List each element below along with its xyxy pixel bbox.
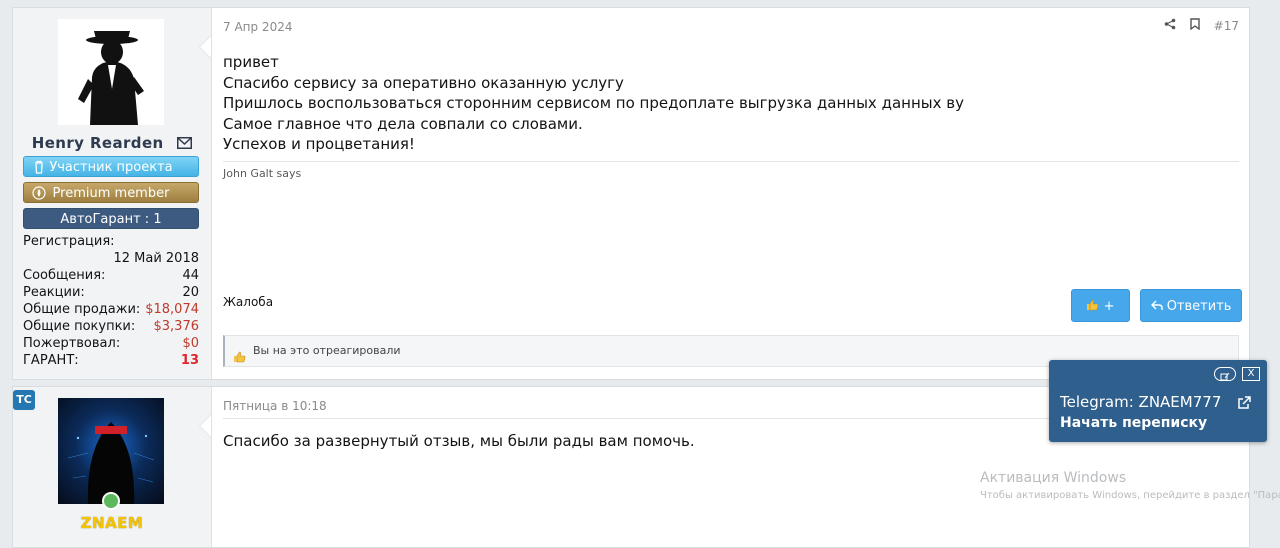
user-info-column: Henry Rearden Участник проекта Premium m… [13, 8, 212, 379]
fire-icon [32, 186, 46, 200]
speech-arrow [200, 36, 211, 58]
stat-messages: Сообщения: 44 [23, 268, 199, 283]
close-button[interactable]: X [1242, 367, 1260, 381]
post-date[interactable]: 7 Апр 2024 [223, 20, 292, 34]
post-17: Henry Rearden Участник проекта Premium m… [12, 7, 1250, 380]
thumbs-up-icon [1086, 299, 1103, 314]
signature: John Galt says [223, 167, 302, 180]
telegram-widget[interactable]: X Telegram: ZNAEM777 Начать переписку [1049, 360, 1267, 442]
telegram-title[interactable]: Telegram: ZNAEM777 [1060, 393, 1221, 411]
start-chat-link[interactable]: Начать переписку [1060, 415, 1207, 431]
speech-arrow [200, 415, 211, 437]
external-link-icon[interactable] [1237, 395, 1251, 414]
avatar[interactable] [58, 398, 164, 504]
banner-premium-member: Premium member [23, 182, 199, 203]
user-stats: Регистрация: 12 Май 2018 Сообщения: 44 Р… [23, 233, 199, 369]
message-line: Самое главное что дела совпали со словам… [223, 114, 583, 133]
user-silhouette-icon [58, 19, 164, 125]
stat-guarantee: ГАРАНТ: 13 [23, 353, 199, 368]
stat-total-sales: Общие продажи: $18,074 [23, 302, 199, 317]
like-button[interactable]: + [1071, 289, 1130, 322]
thumbs-up-icon [233, 345, 246, 375]
banner-project-member: Участник проекта [23, 156, 199, 177]
user-info-column: TC ZNAEM [13, 387, 212, 547]
hooded-figure-icon [67, 422, 155, 504]
signature-divider [223, 161, 1239, 162]
stat-registration-date: 12 Май 2018 [113, 251, 199, 266]
username[interactable]: Henry Rearden [13, 134, 211, 153]
windows-activation-watermark: Активация Windows Чтобы активировать Win… [980, 470, 1280, 501]
stat-registration: Регистрация: [23, 234, 115, 249]
message-line: Спасибо сервису за оперативно оказанную … [223, 73, 624, 92]
trash-icon [32, 160, 46, 174]
post-actions: #17 [1164, 18, 1239, 33]
banner-autoguarantee: АвтоГарант : 1 [23, 208, 199, 229]
reply-icon [1150, 299, 1167, 314]
message-line: привет [223, 53, 279, 71]
username[interactable]: ZNAEM [13, 514, 211, 532]
avatar[interactable] [58, 19, 164, 125]
share-icon[interactable] [1164, 18, 1176, 33]
bookmark-icon[interactable] [1189, 18, 1200, 33]
post-number[interactable]: #17 [1214, 19, 1239, 33]
tc-badge: TC [13, 390, 35, 410]
post-message: привет Спасибо сервису за оперативно ока… [223, 52, 964, 155]
edit-icon[interactable] [1214, 367, 1236, 381]
message-line: Успехов и процветания! [223, 135, 415, 153]
stat-donated: Пожертвовал: $0 [23, 336, 199, 351]
stat-reactions: Реакции: 20 [23, 285, 199, 300]
report-link[interactable]: Жалоба [223, 295, 273, 309]
envelope-icon[interactable] [177, 135, 193, 153]
post-message: Спасибо за развернутый отзыв, мы были ра… [223, 432, 695, 450]
reply-button[interactable]: Ответить [1140, 289, 1242, 322]
stat-total-purchases: Общие покупки: $3,376 [23, 319, 199, 334]
online-status-icon [102, 492, 120, 510]
message-line: Пришлось воспользоваться сторонним серви… [223, 94, 964, 112]
post-date[interactable]: Пятница в 10:18 [223, 399, 327, 413]
